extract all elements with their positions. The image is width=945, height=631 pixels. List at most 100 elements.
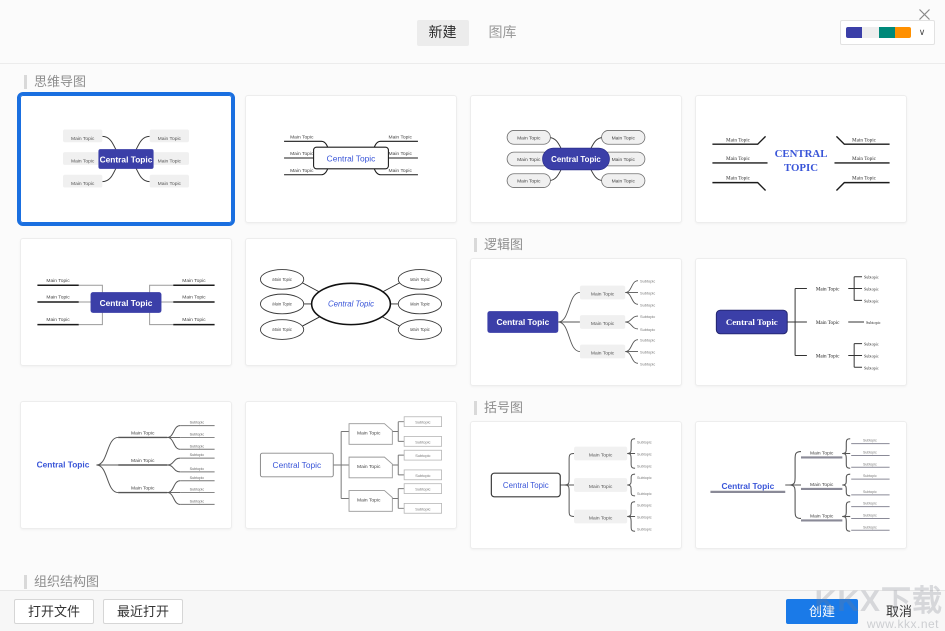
svg-text:Main Topic: Main Topic	[182, 295, 206, 301]
svg-text:Main Topic: Main Topic	[46, 317, 70, 323]
svg-text:Main Topic: Main Topic	[410, 277, 431, 282]
template-card-12[interactable]: Main Topic Main Topic Main Topic Subtopi…	[695, 421, 907, 549]
svg-text:Main Topic: Main Topic	[158, 158, 182, 164]
template-row-1: Main Topic Main Topic Main Topic Main To…	[17, 92, 925, 238]
template-card-5[interactable]: Main Topic Main Topic Main Topic Main To…	[20, 238, 232, 366]
svg-text:Subtopic: Subtopic	[190, 432, 205, 436]
svg-text:Subtopic: Subtopic	[415, 473, 430, 478]
svg-text:Central Topic: Central Topic	[496, 317, 549, 327]
template-card-11[interactable]: Main Topic Main Topic Main Topic Subtopi…	[470, 421, 682, 549]
svg-text:Subtopic: Subtopic	[190, 476, 205, 480]
section-title-org: 组织结构图	[24, 575, 925, 589]
svg-text:Main Topic: Main Topic	[517, 135, 541, 141]
svg-text:Central Topic: Central Topic	[273, 460, 322, 470]
svg-text:Subtopic: Subtopic	[415, 420, 430, 425]
svg-text:Subtopic: Subtopic	[190, 467, 205, 471]
create-button[interactable]: 创建	[786, 598, 858, 624]
svg-text:Main Topic: Main Topic	[517, 157, 541, 163]
svg-text:Main Topic: Main Topic	[589, 484, 613, 490]
template-row-3: Main Topic Main Topic Main Topic Subtopi…	[20, 401, 925, 564]
svg-text:Central Topic: Central Topic	[503, 481, 549, 490]
svg-text:Main Topic: Main Topic	[810, 450, 834, 456]
swatch-2	[862, 27, 879, 38]
svg-text:CENTRAL: CENTRAL	[775, 148, 828, 160]
svg-text:Subtopic: Subtopic	[190, 453, 205, 457]
template-card-10[interactable]: Main Topic Main Topic Main Topic Subtopi…	[245, 401, 457, 529]
svg-text:Central Topic: Central Topic	[37, 459, 90, 469]
svg-text:Subtopic: Subtopic	[864, 342, 879, 347]
node-central: Central Topic	[100, 154, 153, 164]
svg-text:Main Topic: Main Topic	[357, 430, 381, 436]
svg-text:Main Topic: Main Topic	[810, 482, 834, 488]
svg-text:Subtopic: Subtopic	[864, 365, 879, 370]
svg-text:Subtopic: Subtopic	[640, 338, 655, 343]
theme-swatches	[846, 27, 911, 38]
svg-text:Main Topic: Main Topic	[612, 157, 636, 163]
template-card-2[interactable]: Main Topic Main Topic Main Topic Main To…	[245, 95, 457, 223]
svg-text:Main Topic: Main Topic	[591, 350, 615, 356]
svg-text:Subtopic: Subtopic	[640, 302, 655, 307]
svg-text:Subtopic: Subtopic	[864, 275, 879, 280]
svg-text:Subtopic: Subtopic	[637, 441, 652, 445]
svg-text:Main Topic: Main Topic	[131, 486, 155, 492]
svg-text:Main Topic: Main Topic	[357, 464, 381, 470]
template-card-9[interactable]: Main Topic Main Topic Main Topic Subtopi…	[20, 401, 232, 529]
svg-text:Main Topic: Main Topic	[816, 353, 840, 359]
svg-text:Main Topic: Main Topic	[591, 321, 615, 327]
svg-text:Subtopic: Subtopic	[863, 490, 877, 494]
svg-text:Subtopic: Subtopic	[637, 464, 652, 468]
svg-text:Subtopic: Subtopic	[863, 462, 877, 466]
svg-text:Main Topic: Main Topic	[810, 513, 834, 519]
svg-text:Subtopic: Subtopic	[863, 439, 877, 443]
svg-text:Main Topic: Main Topic	[158, 181, 182, 187]
svg-text:Subtopic: Subtopic	[640, 290, 655, 295]
template-card-4[interactable]: Main Topic Main Topic Main Topic Main To…	[695, 95, 907, 223]
svg-text:Central Topic: Central Topic	[726, 317, 778, 327]
svg-text:Main Topic: Main Topic	[852, 176, 877, 182]
svg-text:Main Topic: Main Topic	[272, 277, 293, 282]
svg-text:Main Topic: Main Topic	[389, 134, 413, 140]
mode-tabs: 新建 图库	[0, 20, 945, 46]
svg-text:Central Topic: Central Topic	[327, 153, 376, 163]
swatch-3	[878, 27, 895, 38]
svg-text:Subtopic: Subtopic	[640, 314, 655, 319]
cancel-button[interactable]: 取消	[867, 599, 931, 624]
svg-text:Main Topic: Main Topic	[71, 181, 95, 187]
svg-text:Subtopic: Subtopic	[637, 515, 652, 519]
open-file-button[interactable]: 打开文件	[14, 598, 95, 624]
svg-text:Subtopic: Subtopic	[864, 353, 879, 358]
svg-text:Subtopic: Subtopic	[640, 279, 655, 284]
svg-text:Subtopic: Subtopic	[637, 492, 652, 496]
svg-text:Main Topic: Main Topic	[410, 327, 431, 332]
section-title-mindmap: 思维导图	[24, 75, 925, 89]
tab-gallery[interactable]: 图库	[477, 20, 529, 46]
svg-text:Main Topic: Main Topic	[612, 135, 636, 141]
template-scroll-area[interactable]: 思维导图 Main Topic Main Topic Main Topic Ma…	[0, 64, 945, 590]
svg-text:Subtopic: Subtopic	[640, 350, 655, 355]
swatch-1	[846, 27, 863, 38]
svg-text:Central Topic: Central Topic	[551, 155, 601, 164]
svg-text:Main Topic: Main Topic	[46, 278, 70, 284]
svg-text:Main Topic: Main Topic	[131, 458, 155, 464]
svg-text:Subtopic: Subtopic	[637, 504, 652, 508]
dialog-titlebar: 新建 图库 ∨	[0, 0, 945, 64]
template-card-7[interactable]: Main Topic Main Topic Main Topic Subtopi…	[470, 258, 682, 386]
svg-text:Main Topic: Main Topic	[589, 452, 613, 458]
svg-text:Subtopic: Subtopic	[863, 525, 877, 529]
svg-text:Subtopic: Subtopic	[415, 487, 430, 492]
tab-new[interactable]: 新建	[416, 20, 469, 46]
svg-text:Main Topic: Main Topic	[410, 301, 431, 306]
svg-text:Subtopic: Subtopic	[190, 499, 205, 503]
svg-text:Main Topic: Main Topic	[71, 158, 95, 164]
recent-files-button[interactable]: 最近打开	[103, 598, 184, 624]
svg-text:Subtopic: Subtopic	[190, 444, 205, 448]
template-card-1[interactable]: Main Topic Main Topic Main Topic Main To…	[17, 92, 235, 226]
svg-text:Main Topic: Main Topic	[726, 156, 751, 162]
svg-text:Main Topic: Main Topic	[182, 278, 206, 284]
template-card-8[interactable]: Main Topic Main Topic Main Topic Subtopi…	[695, 258, 907, 386]
close-icon[interactable]	[911, 2, 937, 26]
template-card-3[interactable]: Main Topic Main Topic Main Topic Main To…	[470, 95, 682, 223]
node-main: Main Topic	[71, 136, 95, 142]
svg-text:Central Topic: Central Topic	[721, 481, 774, 491]
template-card-6[interactable]: Main Topic Main Topic Main Topic Main To…	[245, 238, 457, 366]
